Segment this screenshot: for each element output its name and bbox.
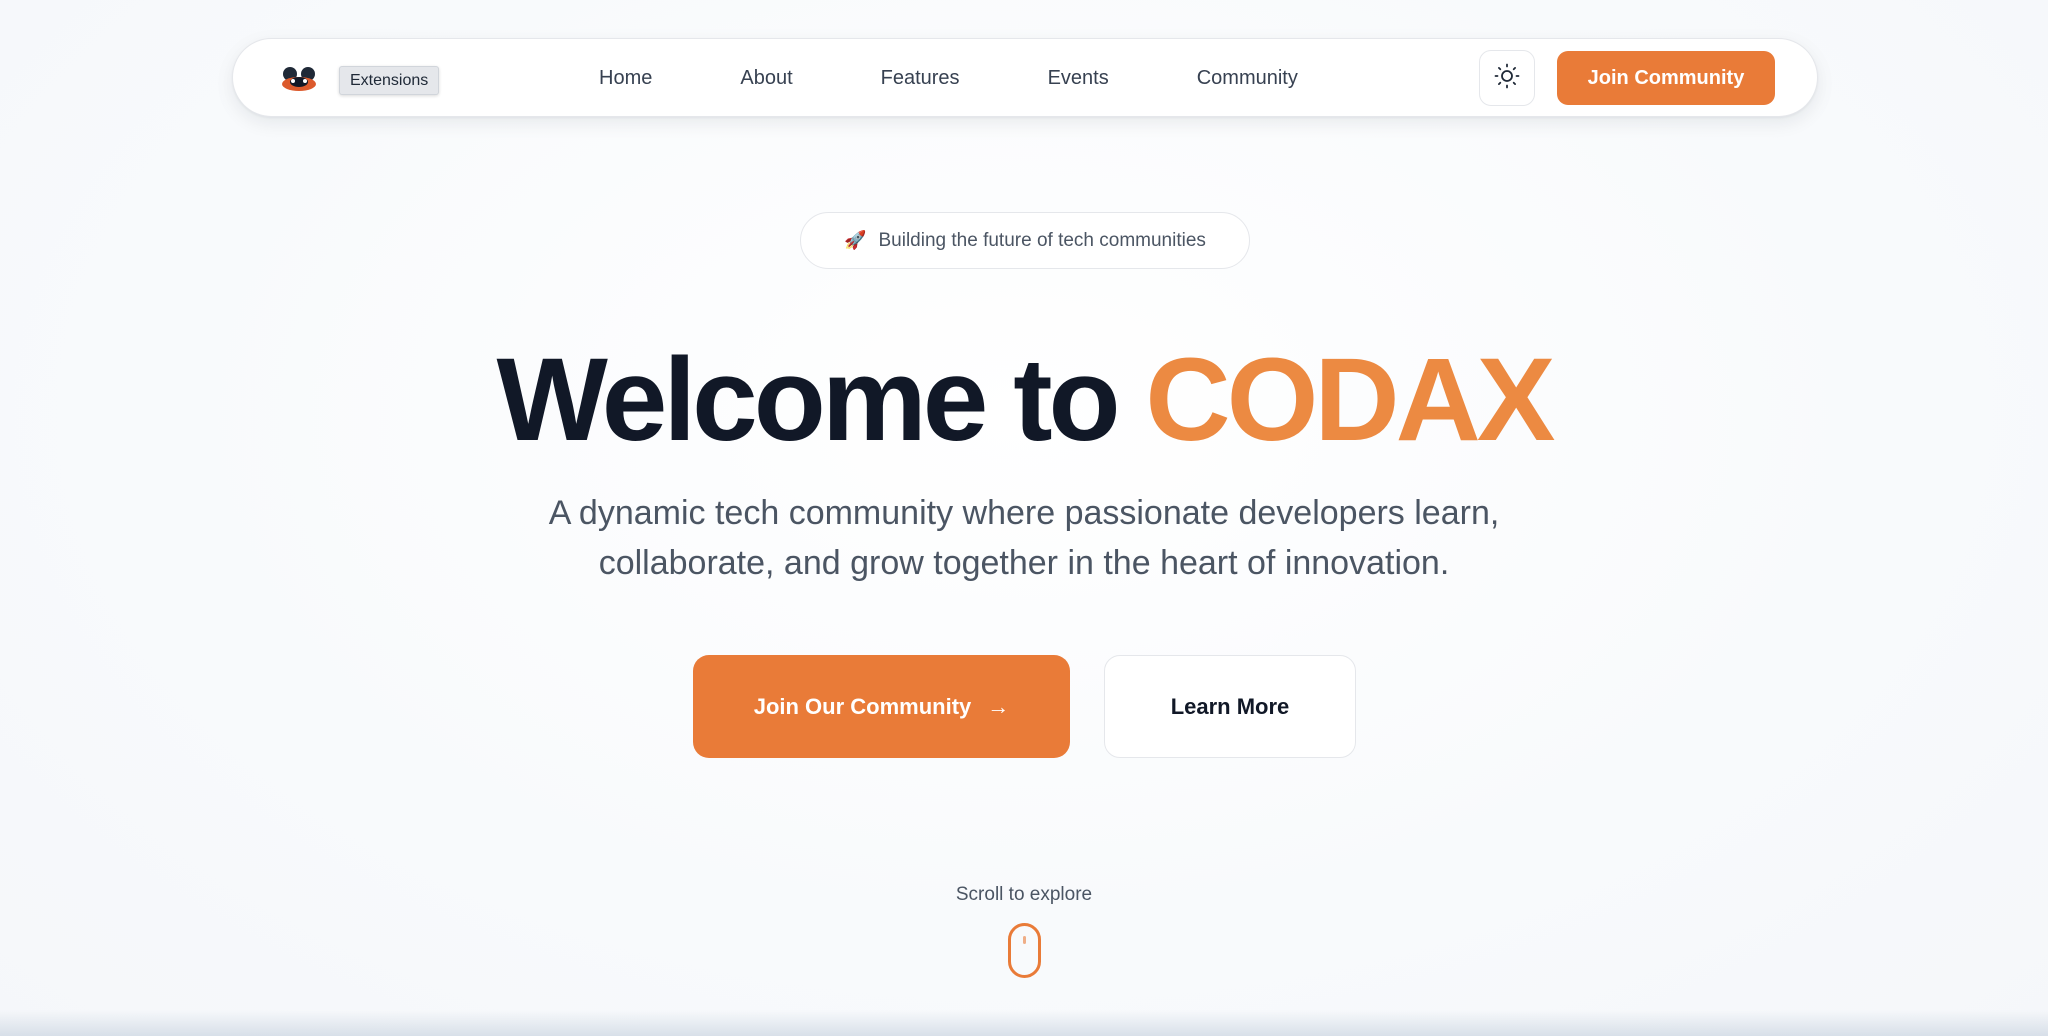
scroll-wheel-dot [1023, 936, 1026, 944]
page: Extensions Home About Features Events Co… [0, 0, 2048, 1036]
bottom-shadow-divider [0, 1010, 2048, 1036]
hero-title: Welcome to CODAX [0, 330, 2048, 470]
hero-badge: 🚀 Building the future of tech communitie… [800, 212, 1250, 269]
scroll-hint: Scroll to explore [955, 884, 1093, 905]
join-our-community-label: Join Our Community [753, 693, 972, 719]
navbar: Extensions Home About Features Events Co… [232, 38, 1818, 117]
learn-more-button[interactable]: Learn More [1104, 655, 1356, 758]
codax-mascot-icon[interactable] [279, 65, 319, 93]
nav-link-events[interactable]: Events [1048, 67, 1109, 90]
scroll-mouse-icon[interactable] [1008, 923, 1041, 978]
arrow-right-icon: → [987, 693, 1010, 719]
nav-links: Home About Features Events Community [599, 39, 1298, 118]
hero-title-prefix: Welcome to [496, 334, 1121, 466]
hero-title-brand: CODAX [1145, 334, 1555, 466]
join-our-community-button[interactable]: Join Our Community → [693, 655, 1070, 758]
sun-icon [1494, 63, 1520, 94]
nav-link-features[interactable]: Features [881, 67, 960, 90]
nav-link-community[interactable]: Community [1197, 67, 1298, 90]
nav-link-home[interactable]: Home [599, 67, 652, 90]
nav-link-about[interactable]: About [740, 67, 792, 90]
rocket-icon: 🚀 [844, 230, 867, 250]
hero-badge-text: Building the future of tech communities [878, 229, 1206, 251]
theme-toggle-button[interactable] [1479, 50, 1535, 106]
join-community-button[interactable]: Join Community [1557, 51, 1775, 105]
hero-subtitle: A dynamic tech community where passionat… [548, 494, 1500, 582]
extensions-tooltip: Extensions [339, 66, 440, 95]
